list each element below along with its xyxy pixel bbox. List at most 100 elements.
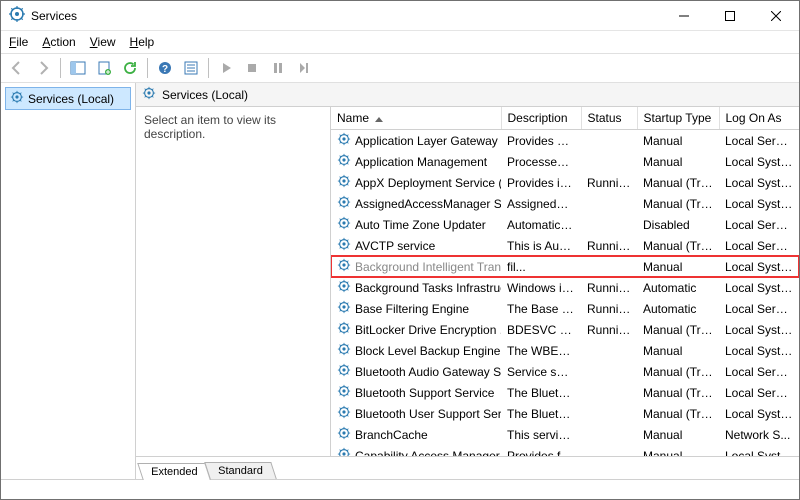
gear-icon (337, 153, 351, 170)
start-service-button[interactable] (214, 56, 238, 80)
close-button[interactable] (753, 1, 799, 31)
service-desc: This is Audi... (501, 235, 581, 256)
tab-standard[interactable]: Standard (205, 462, 277, 479)
service-startup: Manual (Trig... (637, 235, 719, 256)
window-title: Services (31, 9, 77, 23)
service-status (581, 445, 637, 456)
col-status[interactable]: Status (581, 107, 637, 130)
table-row[interactable]: Application ManagementProcesses in...Man… (331, 151, 799, 172)
service-name: Background Tasks Infrastruc... (355, 281, 501, 295)
menu-view[interactable]: View (90, 35, 116, 49)
service-desc: BDESVC hos... (501, 319, 581, 340)
col-logon[interactable]: Log On As (719, 107, 799, 130)
show-hide-tree-button[interactable] (66, 56, 90, 80)
help-button[interactable]: ? (153, 56, 177, 80)
service-desc: Provides inf... (501, 172, 581, 193)
service-name: Background Intelligent Transfer Service (355, 260, 501, 274)
service-status (581, 424, 637, 445)
service-startup: Manual (637, 151, 719, 172)
table-row[interactable]: Base Filtering EngineThe Base Fil...Runn… (331, 298, 799, 319)
service-logon: Local Syste... (719, 151, 799, 172)
gear-icon (337, 195, 351, 212)
column-header-row: Name Description Status Startup Type Log… (331, 107, 799, 130)
gear-icon (142, 86, 156, 103)
service-status: Running (581, 172, 637, 193)
service-desc: The Bluetoo... (501, 382, 581, 403)
col-name[interactable]: Name (331, 107, 501, 130)
table-row[interactable]: BranchCacheThis service ...ManualNetwork… (331, 424, 799, 445)
nav-forward-button[interactable] (31, 56, 55, 80)
service-startup: Manual (Trig... (637, 193, 719, 214)
pause-service-button[interactable] (266, 56, 290, 80)
service-logon: Network S... (719, 424, 799, 445)
menu-file[interactable]: File (9, 35, 28, 49)
service-list[interactable]: Name Description Status Startup Type Log… (331, 107, 799, 456)
table-row[interactable]: Bluetooth Support ServiceThe Bluetoo...M… (331, 382, 799, 403)
refresh-button[interactable] (118, 56, 142, 80)
service-logon: Local Service (719, 214, 799, 235)
service-status: Running (581, 235, 637, 256)
table-row[interactable]: Bluetooth Audio Gateway S...Service sup.… (331, 361, 799, 382)
table-row[interactable]: Application Layer Gateway ...Provides su… (331, 130, 799, 152)
service-desc: AssignedAc... (501, 193, 581, 214)
gear-icon (337, 426, 351, 443)
tab-extended[interactable]: Extended (137, 463, 211, 480)
svg-text:?: ? (162, 64, 168, 75)
service-status (581, 130, 637, 152)
table-row[interactable]: Background Intelligent Transfer Servicef… (331, 256, 799, 277)
service-status (581, 151, 637, 172)
table-row[interactable]: Bluetooth User Support Ser...The Bluetoo… (331, 403, 799, 424)
service-name: Application Layer Gateway ... (355, 134, 501, 148)
service-desc: fil... (501, 256, 581, 277)
service-logon: Local Syste... (719, 172, 799, 193)
service-name: AssignedAccessManager Se... (355, 197, 501, 211)
gear-icon (337, 237, 351, 254)
service-name: Block Level Backup Engine ... (355, 344, 501, 358)
service-name: Bluetooth User Support Ser... (355, 407, 501, 421)
service-startup: Manual (637, 424, 719, 445)
table-row[interactable]: Auto Time Zone UpdaterAutomatica...Disab… (331, 214, 799, 235)
service-logon: Local Syste... (719, 445, 799, 456)
service-startup: Manual (637, 130, 719, 152)
table-row[interactable]: AppX Deployment Service (...Provides inf… (331, 172, 799, 193)
service-desc: Processes in... (501, 151, 581, 172)
minimize-button[interactable] (661, 1, 707, 31)
stop-service-button[interactable] (240, 56, 264, 80)
export-list-button[interactable] (92, 56, 116, 80)
service-startup: Manual (Trig... (637, 382, 719, 403)
view-tabs: Extended Standard (136, 457, 799, 479)
nav-item-services-local[interactable]: Services (Local) (5, 87, 131, 110)
col-startup[interactable]: Startup Type (637, 107, 719, 130)
table-row[interactable]: Capability Access Manager ...Provides fa… (331, 445, 799, 456)
service-name: AppX Deployment Service (... (355, 176, 501, 190)
service-status: Running (581, 319, 637, 340)
service-desc: The WBENG... (501, 340, 581, 361)
menu-help[interactable]: Help (130, 35, 155, 49)
service-status (581, 340, 637, 361)
service-desc: Service sup... (501, 361, 581, 382)
nav-back-button[interactable] (5, 56, 29, 80)
table-row[interactable]: BitLocker Drive Encryption ...BDESVC hos… (331, 319, 799, 340)
col-description[interactable]: Description (501, 107, 581, 130)
service-desc: Provides su... (501, 130, 581, 152)
service-logon: Local Syste... (719, 256, 799, 277)
restart-service-button[interactable] (292, 56, 316, 80)
service-startup: Disabled (637, 214, 719, 235)
service-startup: Manual (Trig... (637, 403, 719, 424)
service-logon: Local Syste... (719, 319, 799, 340)
services-window: Services File Action View Help ? (0, 0, 800, 500)
maximize-button[interactable] (707, 1, 753, 31)
table-row[interactable]: AssignedAccessManager Se...AssignedAc...… (331, 193, 799, 214)
service-status (581, 214, 637, 235)
gear-icon (337, 174, 351, 191)
properties-button[interactable] (179, 56, 203, 80)
service-name: Base Filtering Engine (355, 302, 469, 316)
gear-icon (337, 300, 351, 317)
table-row[interactable]: AVCTP serviceThis is Audi...RunningManua… (331, 235, 799, 256)
table-row[interactable]: Background Tasks Infrastruc...Windows in… (331, 277, 799, 298)
menu-action[interactable]: Action (42, 35, 75, 49)
service-logon: Local Service (719, 235, 799, 256)
table-row[interactable]: Block Level Backup Engine ...The WBENG..… (331, 340, 799, 361)
service-logon: Local Service (719, 361, 799, 382)
service-logon: Local Service (719, 298, 799, 319)
